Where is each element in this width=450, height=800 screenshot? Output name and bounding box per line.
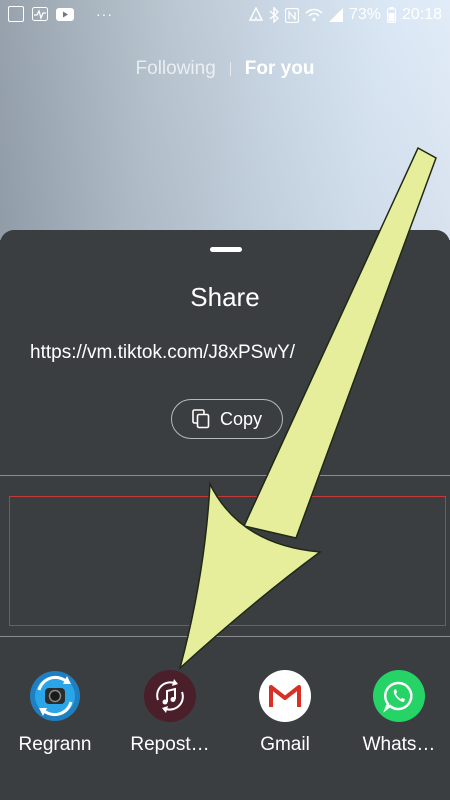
divider-bottom	[0, 636, 450, 637]
app-label-gmail: Gmail	[260, 734, 310, 755]
app-label-repost: Repost…	[130, 734, 210, 755]
nfc-icon	[284, 7, 299, 23]
feed-tabs: Following For you	[0, 58, 450, 80]
share-sheet: Share https://vm.tiktok.com/J8xPSwY/ Cop…	[0, 230, 450, 800]
copy-label: Copy	[219, 408, 263, 429]
signal-icon	[328, 8, 343, 22]
share-title: Share	[190, 282, 260, 312]
app-gmail[interactable]: Gmail	[235, 670, 335, 756]
status-left-icons: ···	[8, 6, 113, 22]
tab-following[interactable]: Following	[136, 58, 216, 80]
video-background	[0, 0, 450, 240]
tab-separator	[229, 62, 231, 76]
app-label-regrann: Regrann	[18, 734, 92, 755]
whatsapp-icon	[373, 670, 425, 722]
status-bar: ··· 73% 20:18	[0, 0, 450, 32]
repost-icon	[144, 670, 196, 722]
battery-percent: 73%	[348, 6, 381, 23]
bluetooth-icon	[269, 7, 279, 23]
gmail-icon	[259, 670, 311, 722]
overflow-dots: ···	[96, 6, 113, 22]
divider-top	[0, 475, 450, 476]
tab-for-you[interactable]: For you	[245, 58, 315, 80]
battery-icon	[386, 7, 396, 23]
clock: 20:18	[401, 6, 442, 23]
copy-button[interactable]: Copy	[171, 399, 283, 439]
vibrate-icon	[248, 7, 263, 23]
wifi-icon	[305, 8, 323, 22]
app-label-whatsapp: Whats…	[362, 734, 436, 755]
youtube-icon	[56, 7, 74, 21]
regrann-icon	[29, 670, 81, 722]
copy-icon	[192, 409, 210, 429]
status-right-icons: 73% 20:18	[248, 6, 442, 24]
app-whatsapp[interactable]: Whats…	[349, 670, 449, 756]
pulse-icon	[32, 7, 48, 21]
app-regrann[interactable]: Regrann	[5, 670, 105, 756]
app-repost[interactable]: Repost…	[120, 670, 220, 756]
image-icon	[8, 6, 24, 22]
highlight-box	[9, 496, 446, 626]
share-url: https://vm.tiktok.com/J8xPSwY/	[30, 342, 296, 363]
drag-handle[interactable]	[210, 247, 242, 252]
